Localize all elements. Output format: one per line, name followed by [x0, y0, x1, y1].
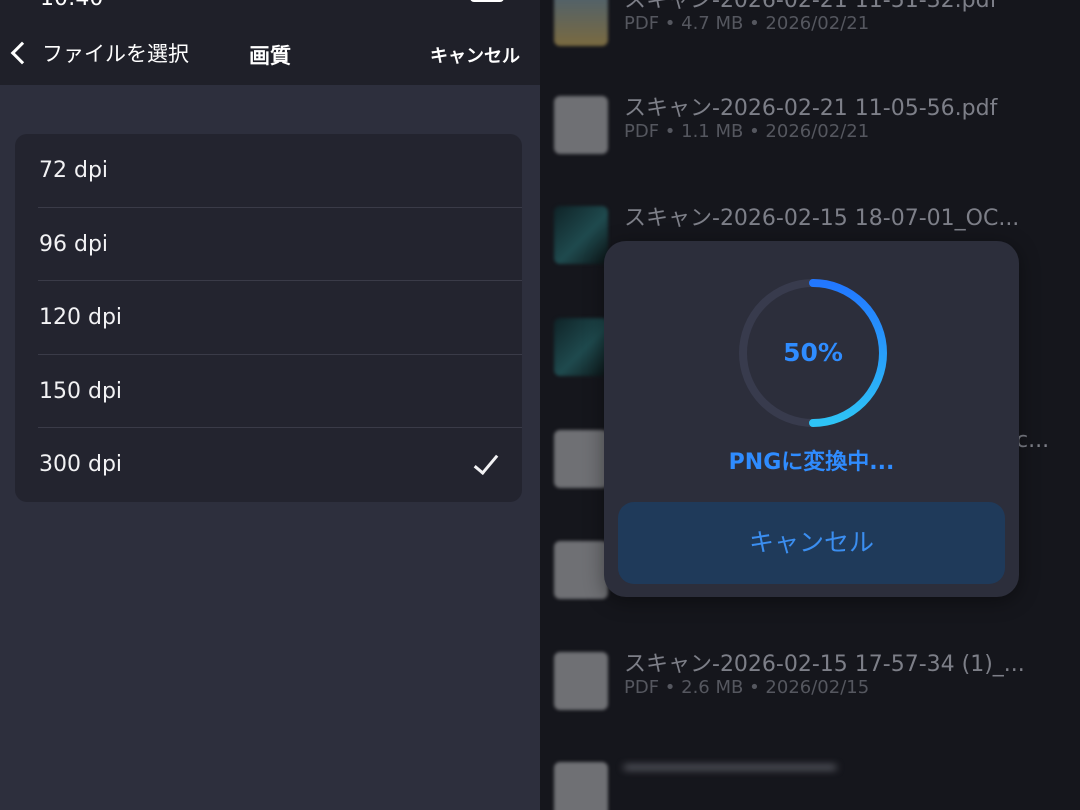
file-thumbnail — [554, 96, 608, 154]
file-meta: PDF • 1.1 MB • 2026/02/21 — [624, 121, 870, 142]
file-name: スキャン-2026-02-15 18-07-01_OC... — [624, 206, 1020, 231]
quality-panel: 10:40 ファイルを選択 画質 キャンセル 72 dpi 96 dpi 120… — [0, 0, 540, 810]
file-name: スキャン-2026-02-15 17-57-34 (1)_... — [624, 652, 1025, 677]
file-name: スキャン-2026-02-21 11-51-32.pdf — [624, 0, 998, 13]
conversion-status: PNGに変換中... — [728, 450, 895, 475]
dpi-option-120[interactable]: 120 dpi — [15, 281, 522, 355]
dpi-option-label: 120 dpi — [39, 305, 123, 331]
file-thumbnail — [554, 762, 608, 810]
file-thumbnail — [554, 652, 608, 710]
truncated-name-tail: c... — [1016, 428, 1050, 453]
file-meta: PDF • 2.6 MB • 2026/02/15 — [624, 677, 870, 698]
dialog-cancel-button[interactable]: キャンセル — [618, 502, 1005, 584]
conversion-progress-dialog: 50% PNGに変換中... キャンセル — [604, 241, 1019, 597]
dpi-option-150[interactable]: 150 dpi — [15, 355, 522, 429]
dpi-option-label: 150 dpi — [39, 378, 123, 404]
file-thumbnail — [554, 206, 608, 264]
file-item[interactable]: スキャン-2026-02-21 11-05-56.pdf PDF • 1.1 M… — [540, 96, 1080, 176]
dpi-option-list: 72 dpi 96 dpi 120 dpi 150 dpi 300 dpi — [15, 134, 522, 502]
screen: 10:40 ファイルを選択 画質 キャンセル 72 dpi 96 dpi 120… — [0, 0, 1080, 810]
dpi-option-72[interactable]: 72 dpi — [15, 134, 522, 208]
status-bar-time: 10:40 — [40, 0, 103, 11]
file-thumbnail — [554, 430, 608, 488]
file-name: スキャン-2026-02-21 11-05-56.pdf — [624, 96, 998, 121]
file-item[interactable]: ━━━━━━━━━━━━━━━━ — [540, 756, 1080, 810]
checkmark-icon — [473, 449, 499, 476]
file-thumbnail — [554, 318, 608, 376]
dpi-option-label: 72 dpi — [39, 158, 109, 183]
file-thumbnail — [554, 541, 608, 599]
nav-bar: 10:40 ファイルを選択 画質 キャンセル — [0, 0, 540, 85]
file-meta: PDF • 4.7 MB • 2026/02/21 — [624, 13, 870, 34]
progress-percent: 50% — [783, 338, 843, 367]
file-item[interactable]: スキャン-2026-02-21 11-51-32.pdf PDF • 4.7 M… — [540, 0, 1080, 68]
file-item[interactable]: スキャン-2026-02-15 17-57-34 (1)_... PDF • 2… — [540, 652, 1080, 732]
dpi-option-label: 300 dpi — [39, 452, 123, 478]
dpi-option-label: 96 dpi — [39, 231, 109, 257]
battery-icon — [470, 0, 504, 2]
dpi-option-300[interactable]: 300 dpi — [15, 428, 522, 502]
dpi-option-96[interactable]: 96 dpi — [15, 208, 522, 282]
file-name-blurred: ━━━━━━━━━━━━━━━━ — [624, 756, 836, 781]
file-thumbnail — [554, 0, 608, 46]
nav-cancel-button[interactable]: キャンセル — [430, 42, 520, 68]
progress-ring: 50% — [735, 275, 891, 431]
